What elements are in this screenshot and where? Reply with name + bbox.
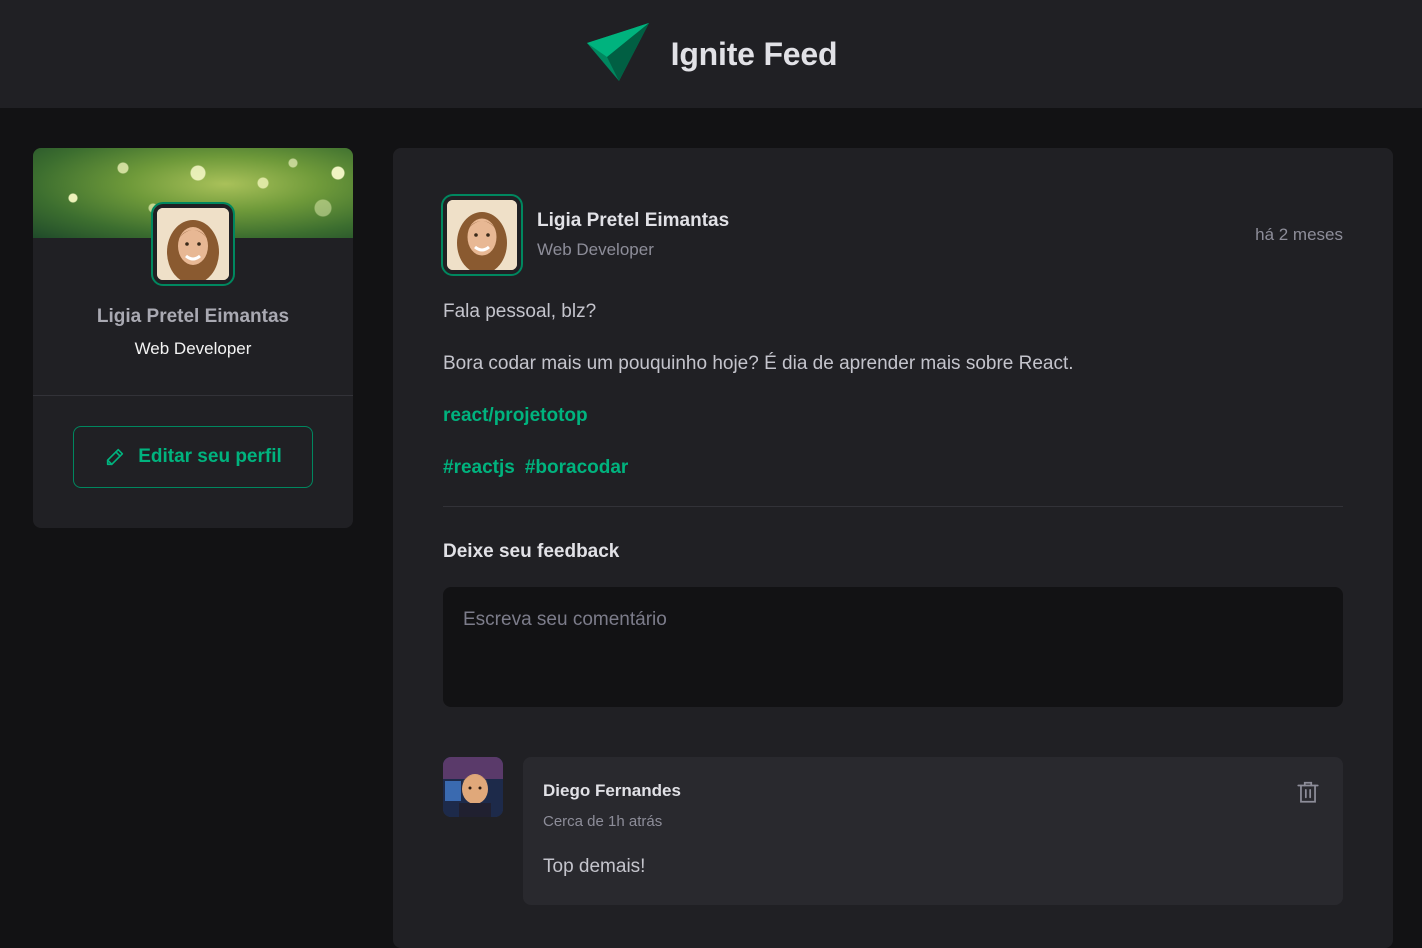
post-author-name: Ligia Pretel Eimantas: [537, 210, 730, 231]
app-title: Ignite Feed: [670, 35, 838, 72]
post-header: Ligia Pretel Eimantas Web Developer há 2…: [441, 194, 1343, 276]
post-tags: #reactjs #boracodar: [443, 454, 1343, 482]
profile-name: Ligia Pretel Eimantas: [96, 306, 290, 327]
post-link[interactable]: react/projetotop: [443, 405, 588, 426]
comment-timestamp: Cerca de 1h atrás: [543, 813, 663, 830]
author-info: Ligia Pretel Eimantas Web Developer: [537, 210, 729, 260]
delete-comment-button[interactable]: [1295, 779, 1321, 805]
post-content: Fala pessoal, blz? Bora codar mais um po…: [443, 298, 1343, 482]
brand: Ignite Feed: [585, 23, 838, 85]
post-timestamp: há 2 meses: [1255, 225, 1343, 244]
post-paragraph: Bora codar mais um pouquinho hoje? É dia…: [443, 353, 1074, 374]
divider: [33, 395, 353, 396]
ignite-logo-icon: [586, 23, 649, 81]
profile-role: Web Developer: [134, 339, 252, 358]
comment-author-name: Diego Fernandes: [543, 781, 681, 800]
post-author-role: Web Developer: [537, 240, 654, 259]
post-paragraph: Fala pessoal, blz?: [443, 301, 597, 322]
avatar: [151, 202, 235, 286]
post-author-avatar[interactable]: [441, 194, 523, 276]
comment-author-avatar[interactable]: [443, 757, 503, 817]
app-header: Ignite Feed: [0, 0, 1422, 108]
edit-profile-button[interactable]: Editar seu perfil: [73, 426, 313, 488]
profile-sidebar: Ligia Pretel Eimantas Web Developer Edit…: [33, 148, 353, 528]
comment-text: Top demais!: [543, 856, 646, 877]
pencil-icon: [107, 448, 124, 466]
divider: [443, 506, 1343, 507]
trash-icon: [1297, 781, 1319, 803]
post-author: Ligia Pretel Eimantas Web Developer: [441, 194, 729, 276]
comment-card: Diego Fernandes Cerca de 1h atrás Top de…: [523, 757, 1343, 905]
edit-profile-label: Editar seu perfil: [138, 446, 282, 467]
comment-item: Diego Fernandes Cerca de 1h atrás Top de…: [443, 757, 1343, 905]
post-card: Ligia Pretel Eimantas Web Developer há 2…: [393, 148, 1393, 948]
main-wrapper: Ligia Pretel Eimantas Web Developer Edit…: [33, 148, 1393, 948]
tag-reactjs[interactable]: #reactjs: [443, 454, 515, 482]
feedback-title: Deixe seu feedback: [443, 541, 620, 562]
tag-boracodar[interactable]: #boracodar: [525, 454, 628, 482]
comment-input[interactable]: [443, 587, 1343, 707]
